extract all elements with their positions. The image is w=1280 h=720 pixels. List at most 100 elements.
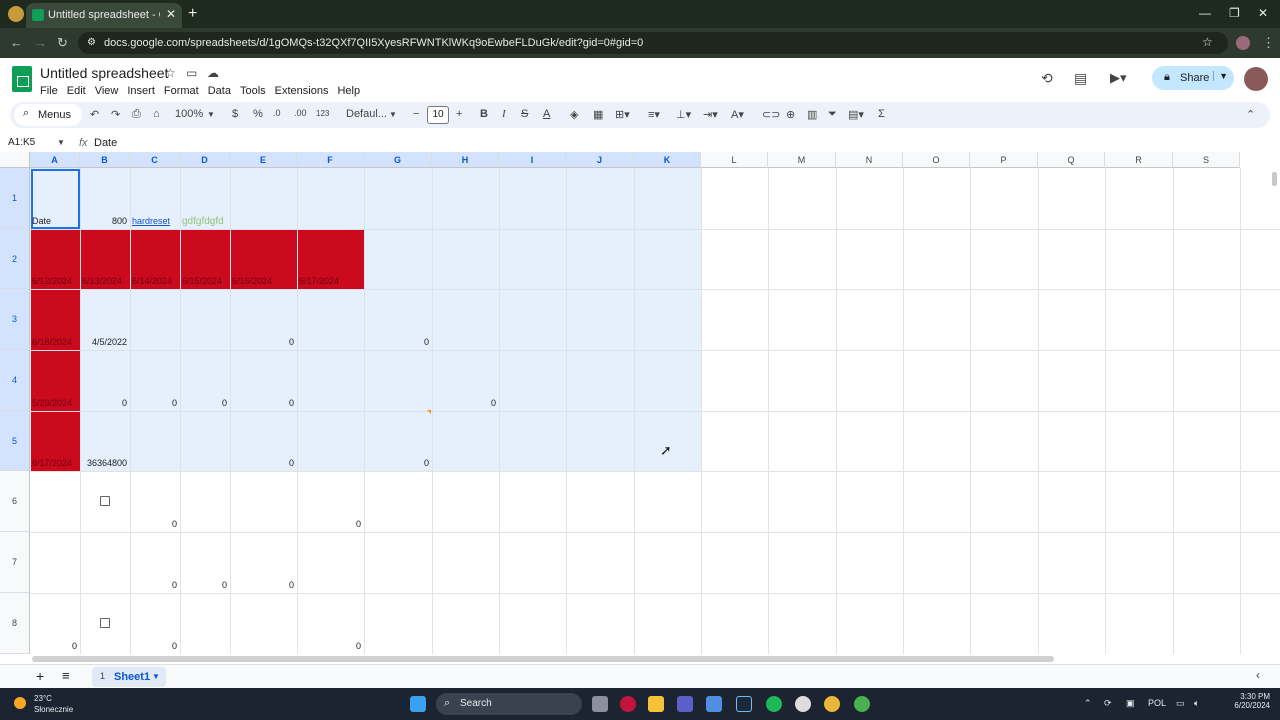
store-icon[interactable]	[706, 696, 722, 712]
column-header-q[interactable]: Q	[1038, 152, 1105, 168]
font-select[interactable]: Defaul...	[346, 108, 387, 120]
share-dropdown-icon[interactable]: ▼	[1213, 71, 1228, 81]
add-sheet-icon[interactable]: +	[36, 668, 44, 684]
currency-button[interactable]: $	[232, 108, 238, 120]
column-header-b[interactable]: B	[80, 152, 130, 168]
filter-icon[interactable]: ⏷	[828, 108, 837, 121]
sheet-tab-dropdown-icon[interactable]: ▼	[152, 672, 160, 681]
cell-b1[interactable]: 800	[80, 216, 127, 226]
share-button[interactable]: 🔒︎ Share ▼	[1152, 66, 1234, 90]
menu-insert[interactable]: Insert	[127, 85, 155, 97]
comments-icon[interactable]: ▤	[1074, 70, 1087, 87]
cell-e2[interactable]: 6/16/2024	[232, 276, 296, 286]
text-wrap-icon[interactable]: ⇥▾	[703, 108, 718, 121]
horizontal-scrollbar[interactable]	[32, 656, 1054, 662]
row-header-3[interactable]: 3	[0, 289, 30, 350]
menu-tools[interactable]: Tools	[240, 85, 266, 97]
column-header-p[interactable]: P	[970, 152, 1038, 168]
version-history-icon[interactable]: ⟲	[1041, 70, 1053, 87]
tray-overflow-icon[interactable]: ⌃	[1084, 698, 1092, 709]
sheet-tab-sheet1[interactable]: 1 Sheet1 ▼	[92, 667, 166, 687]
column-header-j[interactable]: J	[566, 152, 634, 168]
all-sheets-icon[interactable]: ≡	[62, 668, 70, 683]
merge-cells-icon[interactable]: ⊞▾	[615, 108, 630, 121]
menu-help[interactable]: Help	[337, 85, 360, 97]
column-header-n[interactable]: N	[836, 152, 903, 168]
browser-tab[interactable]: Untitled spreadsheet - Google S ✕	[26, 3, 182, 28]
cell-a3[interactable]: 6/18/2024	[32, 337, 79, 347]
row-header-8[interactable]: 8	[0, 593, 30, 654]
column-header-d[interactable]: D	[180, 152, 230, 168]
browser-menu-icon[interactable]	[8, 6, 24, 22]
tray-app-icon[interactable]: ▣	[1126, 698, 1135, 709]
sheets-logo-icon[interactable]	[12, 66, 32, 92]
column-header-m[interactable]: M	[768, 152, 836, 168]
align-horizontal-icon[interactable]: ≡▾	[648, 108, 660, 121]
back-icon[interactable]: ←	[10, 35, 23, 50]
bold-icon[interactable]: B	[480, 108, 488, 120]
network-icon[interactable]: ▭	[1176, 698, 1185, 709]
row-header-2[interactable]: 2	[0, 229, 30, 289]
insert-chart-icon[interactable]: ▥	[807, 108, 817, 121]
cell-a1[interactable]: Date	[32, 216, 79, 226]
column-header-c[interactable]: C	[130, 152, 180, 168]
formula-input[interactable]: Date	[94, 137, 117, 149]
minimize-icon[interactable]: —	[1199, 6, 1211, 20]
cell-g5[interactable]: 0	[364, 458, 429, 468]
insert-link-icon[interactable]: ⊂⊃	[762, 108, 780, 121]
menu-format[interactable]: Format	[164, 85, 199, 97]
increase-decimal-button[interactable]: .00	[294, 108, 307, 118]
row-header-5[interactable]: 5	[0, 411, 30, 471]
close-window-icon[interactable]: ✕	[1258, 6, 1268, 20]
cell-a5[interactable]: 6/17/2024	[32, 458, 79, 468]
clock[interactable]: 3:30 PM 6/20/2024	[1216, 692, 1270, 710]
italic-icon[interactable]: I	[502, 108, 506, 120]
meet-icon[interactable]: ▶▾	[1110, 70, 1127, 86]
cell-a4[interactable]: 5/29/2024	[32, 398, 79, 408]
font-size-increase-icon[interactable]: +	[456, 108, 462, 120]
profile-icon[interactable]	[1236, 36, 1250, 50]
move-folder-icon[interactable]: ▭	[186, 66, 197, 80]
collapse-toolbar-icon[interactable]: ⌃	[1246, 108, 1255, 121]
cell-e5[interactable]: 0	[230, 458, 294, 468]
opera-icon[interactable]	[620, 696, 636, 712]
select-all-corner[interactable]	[0, 152, 30, 168]
checkbox-b6[interactable]	[100, 496, 110, 506]
menu-edit[interactable]: Edit	[67, 85, 86, 97]
column-header-a[interactable]: A	[30, 152, 80, 168]
functions-icon[interactable]: Σ	[878, 108, 885, 120]
text-rotation-icon[interactable]: A▾	[731, 108, 744, 121]
chrome-icon[interactable]	[824, 696, 840, 712]
font-dropdown-icon[interactable]: ▼	[389, 110, 397, 119]
avatar[interactable]	[1244, 67, 1268, 91]
align-vertical-icon[interactable]: ⊥▾	[676, 108, 691, 121]
cell-c2[interactable]: 6/14/2024	[132, 276, 179, 286]
cell-f8[interactable]: 0	[297, 641, 361, 651]
browser-more-icon[interactable]: ⋮	[1262, 35, 1275, 51]
reload-icon[interactable]: ↻	[57, 35, 68, 51]
taskbar-search[interactable]: ⌕ Search	[436, 693, 582, 715]
column-header-g[interactable]: G	[364, 152, 432, 168]
row-header-6[interactable]: 6	[0, 471, 30, 532]
explore-icon[interactable]: ‹	[1256, 668, 1260, 682]
font-size-input[interactable]: 10	[427, 106, 449, 124]
cell-c6[interactable]: 0	[130, 519, 177, 529]
tray-sync-icon[interactable]: ⟳	[1104, 698, 1112, 709]
maximize-icon[interactable]: ❐	[1229, 6, 1240, 20]
cell-g3[interactable]: 0	[364, 337, 429, 347]
cell-c4[interactable]: 0	[130, 398, 177, 408]
column-header-r[interactable]: R	[1105, 152, 1173, 168]
cell-c7[interactable]: 0	[130, 580, 177, 590]
cell-d4[interactable]: 0	[180, 398, 227, 408]
cell-d2[interactable]: 6/15/2024	[182, 276, 229, 286]
volume-icon[interactable]: 🔈︎	[1194, 698, 1199, 709]
cell-d7[interactable]: 0	[180, 580, 227, 590]
cell-a8[interactable]: 0	[30, 641, 77, 651]
more-formats-button[interactable]: 123	[316, 109, 329, 118]
row-header-7[interactable]: 7	[0, 532, 30, 593]
file-explorer-icon[interactable]	[648, 696, 664, 712]
undo-icon[interactable]: ↶	[90, 108, 99, 121]
insert-comment-icon[interactable]: ⊕	[786, 108, 795, 121]
borders-icon[interactable]: ▦	[593, 108, 603, 121]
filter-views-icon[interactable]: ▤▾	[848, 108, 864, 121]
